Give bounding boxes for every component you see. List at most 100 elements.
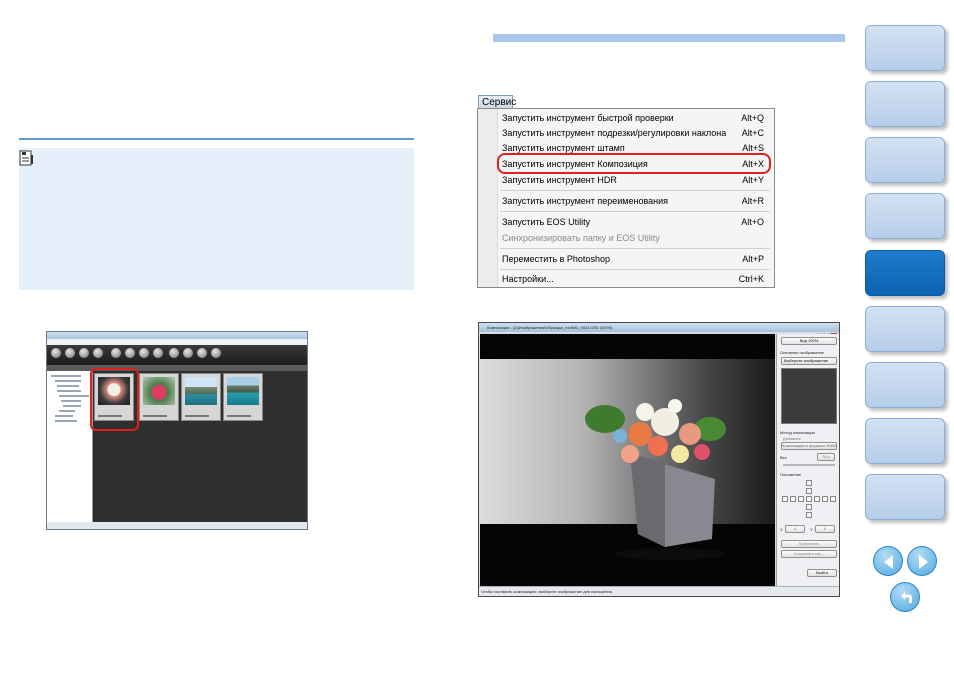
dpp-main-window-screenshot xyxy=(46,331,308,530)
toolbar-button xyxy=(197,348,207,358)
nav-tab-7[interactable] xyxy=(865,362,945,408)
toolbar-button xyxy=(169,348,179,358)
menu-item-eos-utility[interactable]: Запустить EOS Utility Alt+O xyxy=(502,215,770,229)
menu-item-shortcut: Alt+C xyxy=(741,128,764,138)
apply-button[interactable]: Применить xyxy=(781,540,837,548)
weight-field[interactable]: 78,0 xyxy=(817,453,835,461)
composition-status-bar: Чтобы составить композицию, выберите изо… xyxy=(479,586,839,596)
weight-slider[interactable] xyxy=(783,464,835,466)
menu-item-label: Запустить инструмент переименования xyxy=(502,196,669,206)
next-page-button[interactable] xyxy=(907,546,937,576)
menu-item-label: Настройки... xyxy=(502,274,554,284)
heading-bar xyxy=(493,34,845,42)
menu-item-label: Запустить инструмент подрезки/регулировк… xyxy=(502,128,727,138)
dpp-toolbar xyxy=(47,345,307,365)
menu-item-hdr-tool[interactable]: Запустить инструмент HDR Alt+Y xyxy=(502,173,770,187)
y-label: Y xyxy=(810,527,813,532)
exit-button[interactable]: Выйти xyxy=(807,569,837,577)
selected-thumbnail-highlight xyxy=(90,368,139,431)
arrow-left-icon xyxy=(884,555,893,569)
y-field[interactable]: 0 xyxy=(815,525,835,533)
menu-service-tab[interactable]: Сервис xyxy=(478,95,516,109)
note-box xyxy=(19,148,414,290)
dpp-title-bar xyxy=(47,332,307,339)
x-field[interactable]: 0 xyxy=(785,525,805,533)
menu-separator xyxy=(500,190,770,191)
return-icon xyxy=(901,592,912,603)
move-right-max-button[interactable] xyxy=(830,496,836,502)
move-left-step-button[interactable] xyxy=(790,496,796,502)
toolbar-button xyxy=(183,348,193,358)
dpp-status-bar xyxy=(47,522,307,529)
save-as-button[interactable]: Сохранить как... xyxy=(781,550,837,558)
move-down-step-button[interactable] xyxy=(806,512,812,518)
move-left-max-button[interactable] xyxy=(782,496,788,502)
menu-item-shortcut: Alt+O xyxy=(741,217,764,227)
menu-item-label: Запустить EOS Utility xyxy=(502,217,591,227)
toolbar-button xyxy=(79,348,89,358)
composition-method-label: Метод композиции xyxy=(780,430,815,435)
composition-tool-window: Композиция - (2)\Изображения\Образцы\_ex… xyxy=(478,322,840,597)
window-controls xyxy=(816,324,838,339)
menu-separator xyxy=(500,248,770,249)
thumbnail xyxy=(181,373,221,421)
menu-separator xyxy=(500,269,770,270)
toolbar-button xyxy=(211,348,221,358)
menu-separator xyxy=(500,211,770,212)
prev-page-button[interactable] xyxy=(873,546,903,576)
thumbnail xyxy=(139,373,179,421)
nav-tab-1[interactable] xyxy=(865,25,945,71)
nav-tab-4[interactable] xyxy=(865,193,945,239)
toolbar-button xyxy=(111,348,121,358)
arrow-right-icon xyxy=(919,555,928,569)
toolbar-button xyxy=(153,348,163,358)
menu-item-shortcut: Alt+P xyxy=(742,254,764,264)
toolbar-button xyxy=(125,348,135,358)
move-right-step-button[interactable] xyxy=(822,496,828,502)
flower-arrangement-image xyxy=(585,399,726,560)
menu-item-shortcut: Ctrl+K xyxy=(738,274,764,284)
move-up-step-button[interactable] xyxy=(806,480,812,486)
toolbar-button xyxy=(93,348,103,358)
menu-item-rename-tool[interactable]: Запустить инструмент переименования Alt+… xyxy=(502,194,770,208)
composition-item-highlight xyxy=(497,153,771,174)
move-left-button[interactable] xyxy=(798,496,804,502)
move-up-button[interactable] xyxy=(806,488,812,494)
menu-item-trim-tool[interactable]: Запустить инструмент подрезки/регулировк… xyxy=(502,126,770,140)
position-label: Положение xyxy=(780,472,802,477)
center-button[interactable] xyxy=(806,496,812,502)
back-button[interactable] xyxy=(890,582,920,612)
toolbar-button xyxy=(139,348,149,358)
menu-icon-gutter xyxy=(478,109,498,287)
menu-item-sync-folder: Синхронизировать папку и EOS Utility xyxy=(502,231,770,245)
move-down-button[interactable] xyxy=(806,504,812,510)
move-right-button[interactable] xyxy=(814,496,820,502)
view-100-button[interactable]: Вид 100% xyxy=(781,337,837,345)
dpp-folder-tree xyxy=(47,371,93,523)
nav-tab-6[interactable] xyxy=(865,306,945,352)
nav-tab-8[interactable] xyxy=(865,418,945,464)
base-image-label: Основное изображение xyxy=(780,350,824,355)
nav-tab-2[interactable] xyxy=(865,81,945,127)
add-option[interactable]: Добавить xyxy=(783,436,801,441)
base-image-preview xyxy=(781,368,837,424)
toolbar-button xyxy=(51,348,61,358)
nav-tab-9[interactable] xyxy=(865,474,945,520)
menu-item-label: Запустить инструмент HDR xyxy=(502,175,617,185)
menu-item-label: Запустить инструмент быстрой проверки xyxy=(502,113,674,123)
composition-settings-panel: Вид 100% Основное изображение Выберите и… xyxy=(776,334,839,587)
raw-composition-option[interactable]: Композиция в формате RAW xyxy=(781,442,837,450)
menu-item-label: Синхронизировать папку и EOS Utility xyxy=(502,233,660,243)
service-menu-dropdown: Запустить инструмент быстрой проверки Al… xyxy=(477,108,775,288)
base-image-select[interactable]: Выберите изображение xyxy=(781,357,837,365)
section-rule xyxy=(19,138,414,140)
thumbnail xyxy=(223,373,263,421)
menu-item-preferences[interactable]: Настройки... Ctrl+K xyxy=(502,272,770,286)
menu-item-shortcut: Alt+Q xyxy=(741,113,764,123)
nav-tab-5-active[interactable] xyxy=(865,250,945,296)
menu-item-photoshop[interactable]: Переместить в Photoshop Alt+P xyxy=(502,252,770,266)
composition-title-bar: Композиция - (2)\Изображения\Образцы\_ex… xyxy=(479,323,839,332)
menu-item-quick-check[interactable]: Запустить инструмент быстрой проверки Al… xyxy=(502,111,770,125)
nav-tab-3[interactable] xyxy=(865,137,945,183)
x-label: X xyxy=(780,527,783,532)
